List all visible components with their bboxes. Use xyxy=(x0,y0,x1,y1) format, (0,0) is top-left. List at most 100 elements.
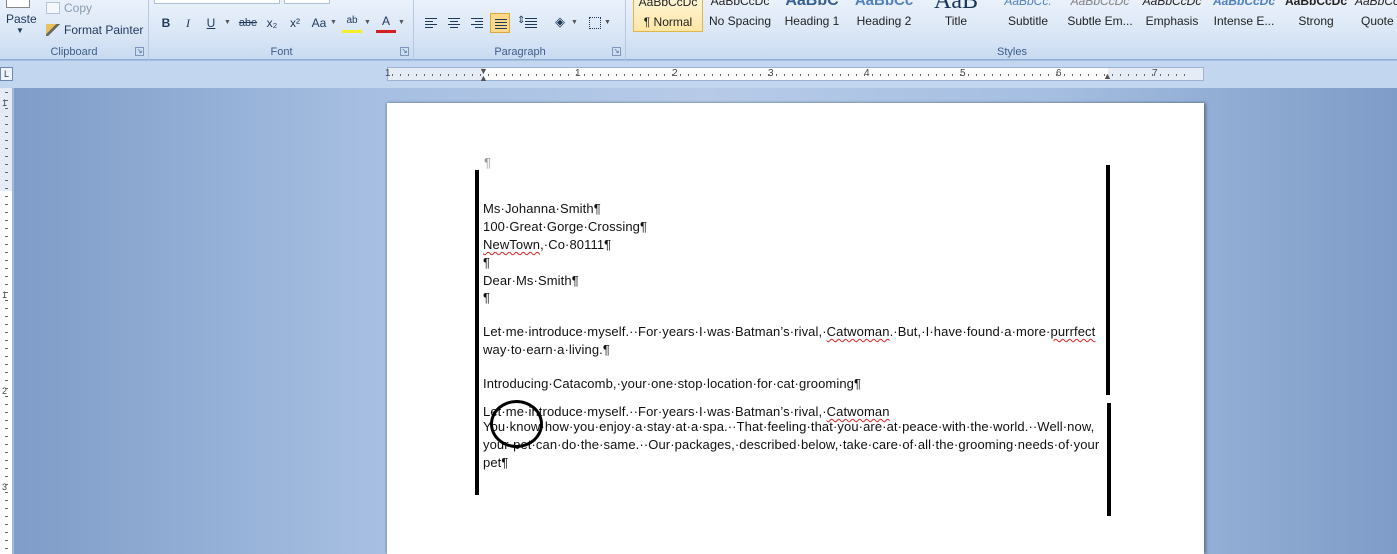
copy-button[interactable]: Copy xyxy=(46,0,92,16)
style-emphasis[interactable]: AaBbCcDc Emphasis xyxy=(1137,0,1207,32)
tab-selector[interactable]: L xyxy=(0,67,13,81)
misspelled-word[interactable]: Catwoman xyxy=(827,324,890,339)
ruler-tick xyxy=(1008,74,1009,76)
font-color-dropdown[interactable]: ▼ xyxy=(398,13,406,33)
ruler-tick xyxy=(5,372,8,373)
misspelled-word[interactable]: purrfect xyxy=(1050,324,1095,339)
ruler-tick xyxy=(768,74,769,76)
style-subtitle[interactable]: AaBbCc. Subtitle xyxy=(993,0,1063,32)
ruler-tick xyxy=(5,340,8,341)
ruler-tick xyxy=(800,74,801,76)
ruler-tick xyxy=(792,74,793,76)
ruler-tick xyxy=(424,74,425,76)
doc-line: your·pet·can·do·the·same.··Our·packages,… xyxy=(483,437,1100,452)
style-quote[interactable]: AaBbCcDc Quote xyxy=(1351,0,1397,32)
ruler-tick xyxy=(1176,74,1177,76)
ruler-tick xyxy=(5,252,8,253)
ruler-tick xyxy=(5,276,8,277)
ruler-tick xyxy=(5,452,8,453)
ruler-tick xyxy=(1048,74,1049,76)
clipboard-dialog-launcher[interactable]: ↘ xyxy=(135,47,144,56)
align-right-button[interactable] xyxy=(467,13,487,33)
borders-button[interactable]: ▼ xyxy=(587,13,613,33)
ruler-tick xyxy=(5,140,8,141)
ruler-tick xyxy=(5,412,8,413)
ruler-tick xyxy=(864,74,865,76)
doc-line: Let·me·introduce·myself.··For·years·I·wa… xyxy=(483,404,890,419)
font-name-box[interactable] xyxy=(154,0,280,4)
ruler-tick xyxy=(672,74,673,76)
highlight-button[interactable]: ab xyxy=(342,13,362,33)
paste-button[interactable]: Paste ▼ xyxy=(0,0,40,40)
misspelled-word[interactable]: NewTown xyxy=(483,237,540,252)
underline-button[interactable]: U xyxy=(201,13,221,33)
ruler-tick xyxy=(5,444,8,445)
clipboard-group-label: Clipboard xyxy=(50,46,98,58)
change-case-button[interactable]: Aa xyxy=(308,13,330,33)
format-painter-button[interactable]: Format Painter xyxy=(46,22,143,38)
doc-line: pet¶ xyxy=(483,455,509,470)
ruler-tick xyxy=(912,74,913,76)
horizontal-ruler[interactable]: 1 1 2 3 4 5 6 7 ▼ ▲ ▲ xyxy=(385,67,1204,83)
subscript-button[interactable]: x₂ xyxy=(262,13,282,33)
ruler-tick xyxy=(728,74,729,76)
align-center-button[interactable] xyxy=(444,13,464,33)
vertical-ruler[interactable]: 1 1 2 3 xyxy=(0,88,13,554)
ruler-tick xyxy=(816,74,817,76)
justify-icon xyxy=(495,19,507,31)
styles-group: AaBbCcDc ¶ Normal AaBbCcDc No Spacing Aa… xyxy=(627,0,1397,60)
font-color-button[interactable]: A xyxy=(376,13,396,33)
ruler-tick xyxy=(5,356,8,357)
misspelled-word[interactable]: Catwoman xyxy=(827,404,890,419)
justify-button[interactable] xyxy=(490,13,510,33)
ruler-tick xyxy=(1080,74,1081,76)
shading-button[interactable]: ◈ ▼ xyxy=(553,13,581,33)
ruler-tick xyxy=(472,74,473,76)
style-heading-2[interactable]: AaBbCc Heading 2 xyxy=(849,0,919,32)
ruler-tick xyxy=(976,74,977,76)
align-center-icon xyxy=(448,18,460,30)
underline-dropdown[interactable]: ▼ xyxy=(224,13,232,33)
ruler-tick xyxy=(1128,74,1129,76)
ruler-tick xyxy=(5,532,8,533)
style-no-spacing[interactable]: AaBbCcDc No Spacing xyxy=(705,0,775,32)
ruler-tick xyxy=(448,74,449,76)
bold-button[interactable]: B xyxy=(156,13,176,33)
font-size-box[interactable] xyxy=(284,0,330,4)
ruler-tick xyxy=(616,74,617,76)
style-name: Subtitle xyxy=(1007,14,1049,28)
ruler-tick xyxy=(1096,74,1097,76)
ruler-tick xyxy=(600,74,601,76)
align-left-button[interactable] xyxy=(421,13,441,33)
ruler-tick xyxy=(776,74,777,76)
ruler-tick xyxy=(896,74,897,76)
style-intense-emphasis[interactable]: AaBbCcDc Intense E... xyxy=(1209,0,1279,32)
ruler-tick xyxy=(840,74,841,76)
ruler-tick xyxy=(1088,74,1089,76)
chevron-down-icon[interactable]: ▼ xyxy=(571,19,578,26)
chevron-down-icon[interactable]: ▼ xyxy=(604,19,611,26)
chevron-down-icon[interactable]: ▼ xyxy=(16,26,24,35)
paragraph-dialog-launcher[interactable]: ↘ xyxy=(612,47,621,56)
style-heading-1[interactable]: AaBbC Heading 1 xyxy=(777,0,847,32)
ruler-tick xyxy=(5,284,8,285)
document-page[interactable]: ¶ Ms·Johanna·Smith¶ 100·Great·Gorge·Cros… xyxy=(387,103,1204,554)
ruler-tick xyxy=(1112,74,1113,76)
ruler-tick xyxy=(5,508,8,509)
superscript-button[interactable]: x² xyxy=(285,13,305,33)
font-dialog-launcher[interactable]: ↘ xyxy=(400,47,409,56)
style-title[interactable]: AaB Title xyxy=(921,0,991,32)
style-sample: AaBbCc xyxy=(854,0,914,9)
ribbon: Paste ▼ Copy Format Painter Clipboard ↘ … xyxy=(0,0,1397,60)
change-case-dropdown[interactable]: ▼ xyxy=(330,13,338,33)
italic-button[interactable]: I xyxy=(178,13,198,33)
strikethrough-button[interactable]: abe xyxy=(236,13,260,33)
highlight-dropdown[interactable]: ▼ xyxy=(364,13,372,33)
ruler-tick xyxy=(872,74,873,76)
ruler-tick xyxy=(5,244,8,245)
ruler-tick xyxy=(5,260,8,261)
line-spacing-button[interactable]: ⇕ xyxy=(515,13,545,33)
style-normal[interactable]: AaBbCcDc ¶ Normal xyxy=(633,0,703,32)
style-subtle-emphasis[interactable]: AaBbCcDc Subtle Em... xyxy=(1065,0,1135,32)
style-strong[interactable]: AaBbCcDc Strong xyxy=(1281,0,1351,32)
